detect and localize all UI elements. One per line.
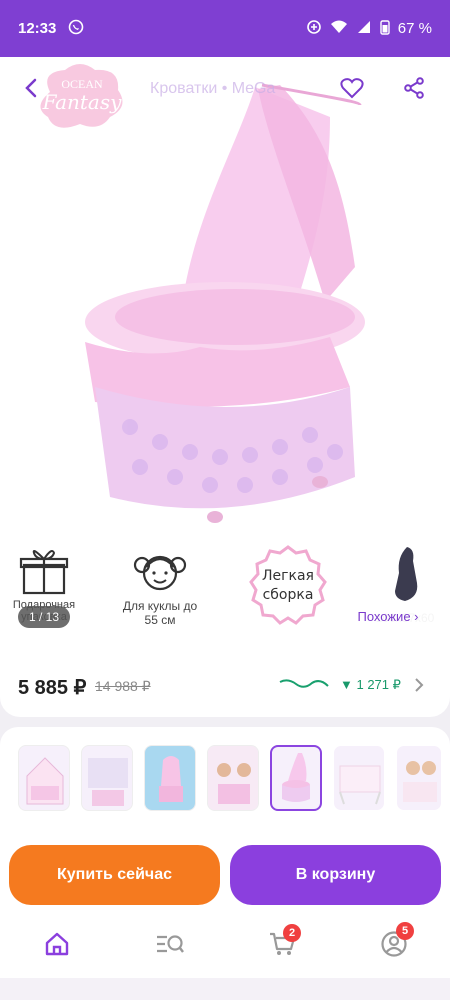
- data-saver-icon: [306, 19, 322, 39]
- thumbnail-5-selected[interactable]: [270, 745, 322, 811]
- svg-text:Fantasy: Fantasy: [42, 90, 123, 114]
- svg-text:OCEAN: OCEAN: [61, 77, 103, 91]
- thumbnail-6[interactable]: [333, 745, 385, 811]
- status-bar: 12:33 67 %: [0, 0, 450, 57]
- feature-label: Для куклы до 55 см: [122, 599, 198, 627]
- similar-button[interactable]: Похожие ›: [338, 602, 438, 630]
- thumbnail-2[interactable]: [81, 745, 133, 811]
- favorite-button[interactable]: [334, 70, 370, 106]
- system-gesture-bar: [0, 978, 450, 1000]
- current-price: 5 885 ₽: [18, 677, 87, 699]
- price-history-sparkline[interactable]: [278, 674, 330, 694]
- add-to-cart-button[interactable]: В корзину: [230, 845, 441, 905]
- buy-now-button[interactable]: Купить сейчас: [9, 845, 220, 905]
- price-drop: ▼ 1 271 ₽: [340, 677, 401, 692]
- home-icon[interactable]: [43, 930, 73, 960]
- page-title-faded: Кроватки • MeGa: [150, 80, 276, 97]
- feature-doll-size: Для куклы до 55 см: [120, 543, 200, 627]
- battery-icon: [380, 19, 390, 39]
- doll-face-icon: [120, 543, 200, 599]
- thumbnail-4[interactable]: [207, 745, 259, 811]
- chevron-right-icon[interactable]: [414, 677, 424, 698]
- old-price: 14 988 ₽: [95, 678, 151, 694]
- doll-silhouette-icon: [365, 543, 445, 601]
- gift-icon: [8, 543, 80, 599]
- share-button[interactable]: [396, 70, 432, 106]
- thumbnail-7[interactable]: [396, 745, 442, 811]
- feature-easy-assembly: Легкая сборка: [243, 543, 333, 633]
- profile-badge: 5: [396, 922, 414, 940]
- thumbnail-1[interactable]: [18, 745, 70, 811]
- wifi-icon: [330, 19, 348, 39]
- thumbnail-3[interactable]: [144, 745, 196, 811]
- easy-assembly-label: Легкая сборка: [262, 568, 314, 603]
- catalog-search-icon[interactable]: [155, 930, 185, 960]
- battery-percent: 67 %: [397, 20, 432, 37]
- image-counter: 1 / 13: [18, 606, 70, 628]
- signal-icon: [356, 19, 372, 39]
- status-time: 12:33: [18, 20, 57, 37]
- brand-logo: OCEAN Fantasy: [30, 62, 134, 138]
- easy-assembly-badge: Легкая сборка: [243, 543, 333, 633]
- whatsapp-icon: [68, 19, 84, 39]
- cart-badge: 2: [283, 924, 301, 942]
